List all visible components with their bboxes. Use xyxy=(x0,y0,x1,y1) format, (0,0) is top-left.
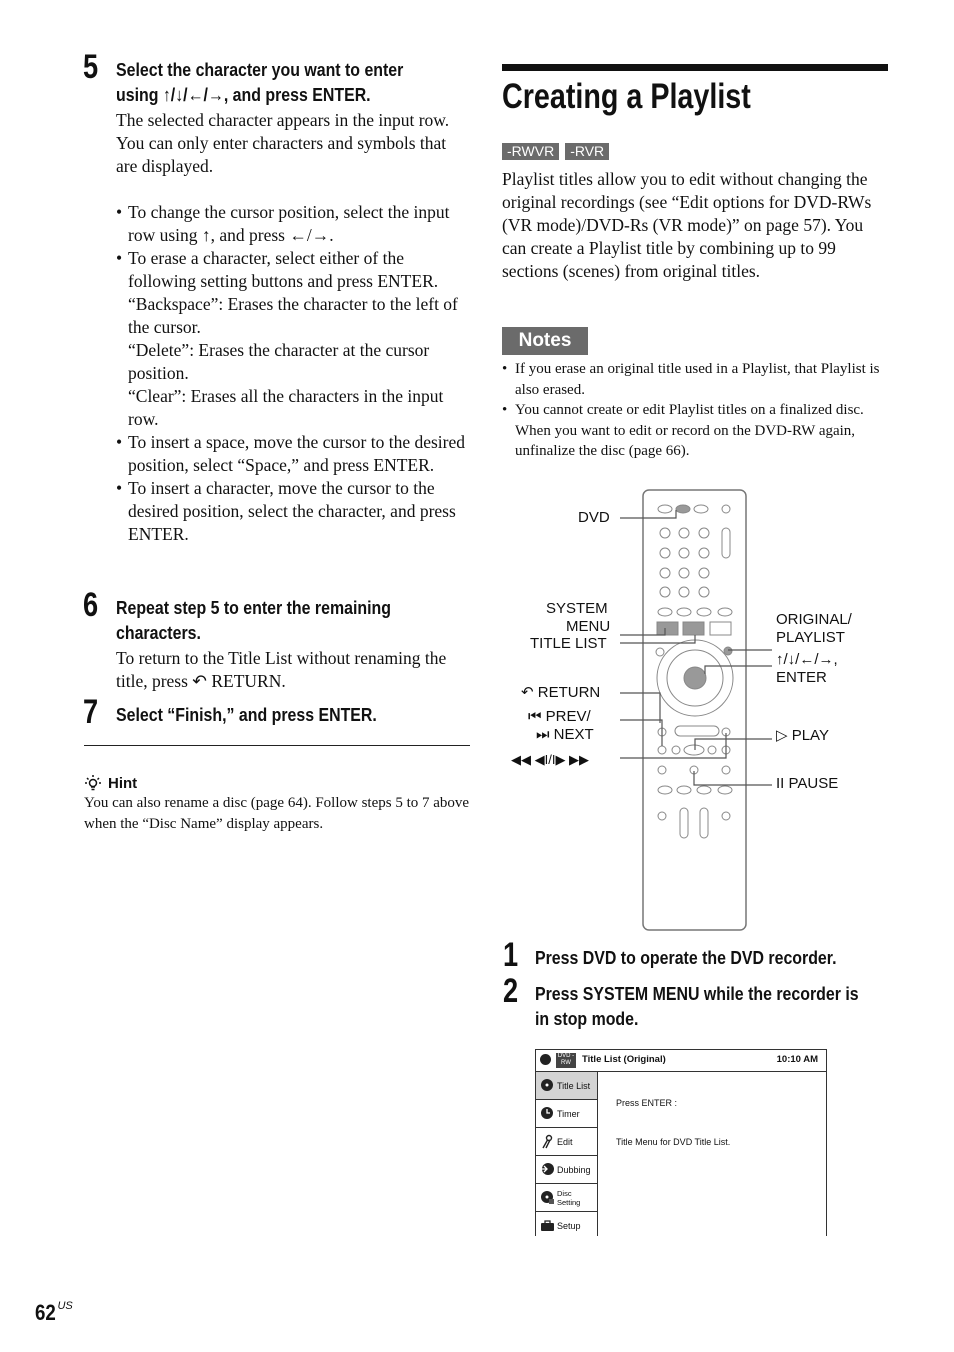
label-original-2: PLAYLIST xyxy=(776,629,845,646)
label-arrows: ↑/↓/←/→, xyxy=(776,651,838,668)
list-item: To insert a space, move the cursor to th… xyxy=(116,431,468,477)
disc-badges: -RWVR -RVR xyxy=(502,143,615,161)
step-number-7: 7 xyxy=(83,693,99,731)
scissors-icon xyxy=(540,1134,555,1149)
intro-paragraph: Playlist titles allow you to edit withou… xyxy=(502,169,872,281)
page-title: Creating a Playlist xyxy=(502,77,751,116)
step-5-paragraph-1: The selected character appears in the in… xyxy=(116,110,450,130)
notes-label: Notes xyxy=(502,327,588,355)
sidebar-item-label: Disc Setting xyxy=(557,1188,581,1207)
sidebar-item-setup[interactable]: Setup xyxy=(536,1212,597,1239)
page-number-suffix: US xyxy=(57,1300,73,1312)
sidebar-item-label: Title List xyxy=(557,1080,591,1091)
hint-title: Hint xyxy=(108,774,138,792)
sidebar-item-dubbing[interactable]: Dubbing xyxy=(536,1156,597,1184)
label-prev: ⏮ PREV/ xyxy=(528,708,591,725)
sidebar-item-label: Edit xyxy=(557,1136,573,1147)
page-number-value: 62 xyxy=(35,1300,56,1325)
hint-text: You can also rename a disc (page 64). Fo… xyxy=(84,795,470,832)
label-original-1: ORIGINAL/ xyxy=(776,611,852,628)
list-item-sub: “Delete”: Erases the character at the cu… xyxy=(128,340,430,383)
osd-message-line1: Press ENTER : xyxy=(616,1098,678,1108)
step-number-1: 1 xyxy=(503,936,519,974)
toolbox-icon xyxy=(540,1218,555,1233)
osd-screen: DVD -RW Title List (Original) 10:10 AM T… xyxy=(535,1049,827,1236)
list-item-sub: “Clear”: Erases all the characters in th… xyxy=(128,386,444,429)
osd-message-line2: Title Menu for DVD Title List. xyxy=(616,1137,731,1147)
sidebar-item-edit[interactable]: Edit xyxy=(536,1128,597,1156)
label-return: ↶ RETURN xyxy=(521,684,601,701)
divider xyxy=(84,745,470,746)
sidebar-item-label: Setup xyxy=(557,1220,581,1231)
badge-rvr: -RVR xyxy=(565,143,610,160)
label-slow-search: ◀◀ ◀I/I▶ ▶▶ xyxy=(511,752,590,767)
list-item: To erase a character, select either of t… xyxy=(116,247,468,293)
list-item-sub: “Backspace”: Erases the character to the… xyxy=(128,294,458,337)
step-6-heading-line2: characters. xyxy=(116,622,201,643)
clock-icon xyxy=(540,1106,555,1121)
disc-type-badge: DVD -RW xyxy=(556,1053,576,1068)
dubbing-icon xyxy=(540,1162,555,1177)
step-5-paragraph-2: You can only enter characters and symbol… xyxy=(116,133,447,176)
disc-setting-icon xyxy=(540,1190,555,1205)
step-6-body: To return to the Title List without rena… xyxy=(116,648,447,691)
step-2-heading-line2: in stop mode. xyxy=(535,1008,639,1029)
label-play: ▷ PLAY xyxy=(776,727,829,744)
disc-icon xyxy=(540,1078,555,1093)
badge-rwvr: -RWVR xyxy=(502,143,560,160)
sidebar-item-timer[interactable]: Timer xyxy=(536,1100,597,1128)
notes-list: If you erase an original title used in a… xyxy=(502,359,890,462)
sidebar-item-label: Timer xyxy=(557,1108,580,1119)
step-number-6: 6 xyxy=(83,586,99,624)
page-number: 62 US xyxy=(35,1300,73,1326)
osd-header: DVD -RW Title List (Original) 10:10 AM xyxy=(536,1050,826,1072)
title-rule xyxy=(502,64,888,71)
list-item: If you erase an original title used in a… xyxy=(502,359,890,400)
step-1-heading: Press DVD to operate the DVD recorder. xyxy=(535,947,837,968)
label-system-menu-1: SYSTEM xyxy=(546,600,608,617)
sidebar-item-title-list[interactable]: Title List xyxy=(536,1072,597,1100)
step-5-heading-line1: Select the character you want to enter xyxy=(116,59,404,80)
list-item: To insert a character, move the cursor t… xyxy=(116,477,468,546)
step-7-heading: Select “Finish,” and press ENTER. xyxy=(116,704,377,725)
step-number-2: 2 xyxy=(503,972,519,1010)
hint-heading: Hint xyxy=(84,773,137,793)
label-next: ⏭ NEXT xyxy=(536,726,594,743)
label-system-menu-2: MENU xyxy=(566,618,611,635)
step-5-heading-line2: using ↑/↓/←/→, and press ENTER. xyxy=(116,84,371,105)
osd-sidebar: Title List Timer Edit Dubbing Disc Setti… xyxy=(536,1072,598,1236)
step-number-5: 5 xyxy=(83,48,99,86)
label-title-list: TITLE LIST xyxy=(530,635,607,652)
osd-header-title: Title List (Original) xyxy=(582,1054,666,1065)
lightbulb-icon xyxy=(85,775,101,791)
label-pause: II PAUSE xyxy=(776,775,839,792)
osd-clock: 10:10 AM xyxy=(776,1054,818,1065)
label-enter: ENTER xyxy=(776,669,827,686)
step-5-body: The selected character appears in the in… xyxy=(116,109,468,546)
step-2-heading-line1: Press SYSTEM MENU while the recorder is xyxy=(535,983,859,1004)
list-item: To change the cursor position, select th… xyxy=(116,201,468,247)
list-item: You cannot create or edit Playlist title… xyxy=(502,400,890,462)
sidebar-item-label: Dubbing xyxy=(557,1164,591,1175)
disc-icon xyxy=(540,1054,551,1065)
step-6-heading-line1: Repeat step 5 to enter the remaining xyxy=(116,597,391,618)
label-dvd: DVD xyxy=(578,509,610,526)
sidebar-item-disc-setting[interactable]: Disc Setting xyxy=(536,1184,597,1212)
